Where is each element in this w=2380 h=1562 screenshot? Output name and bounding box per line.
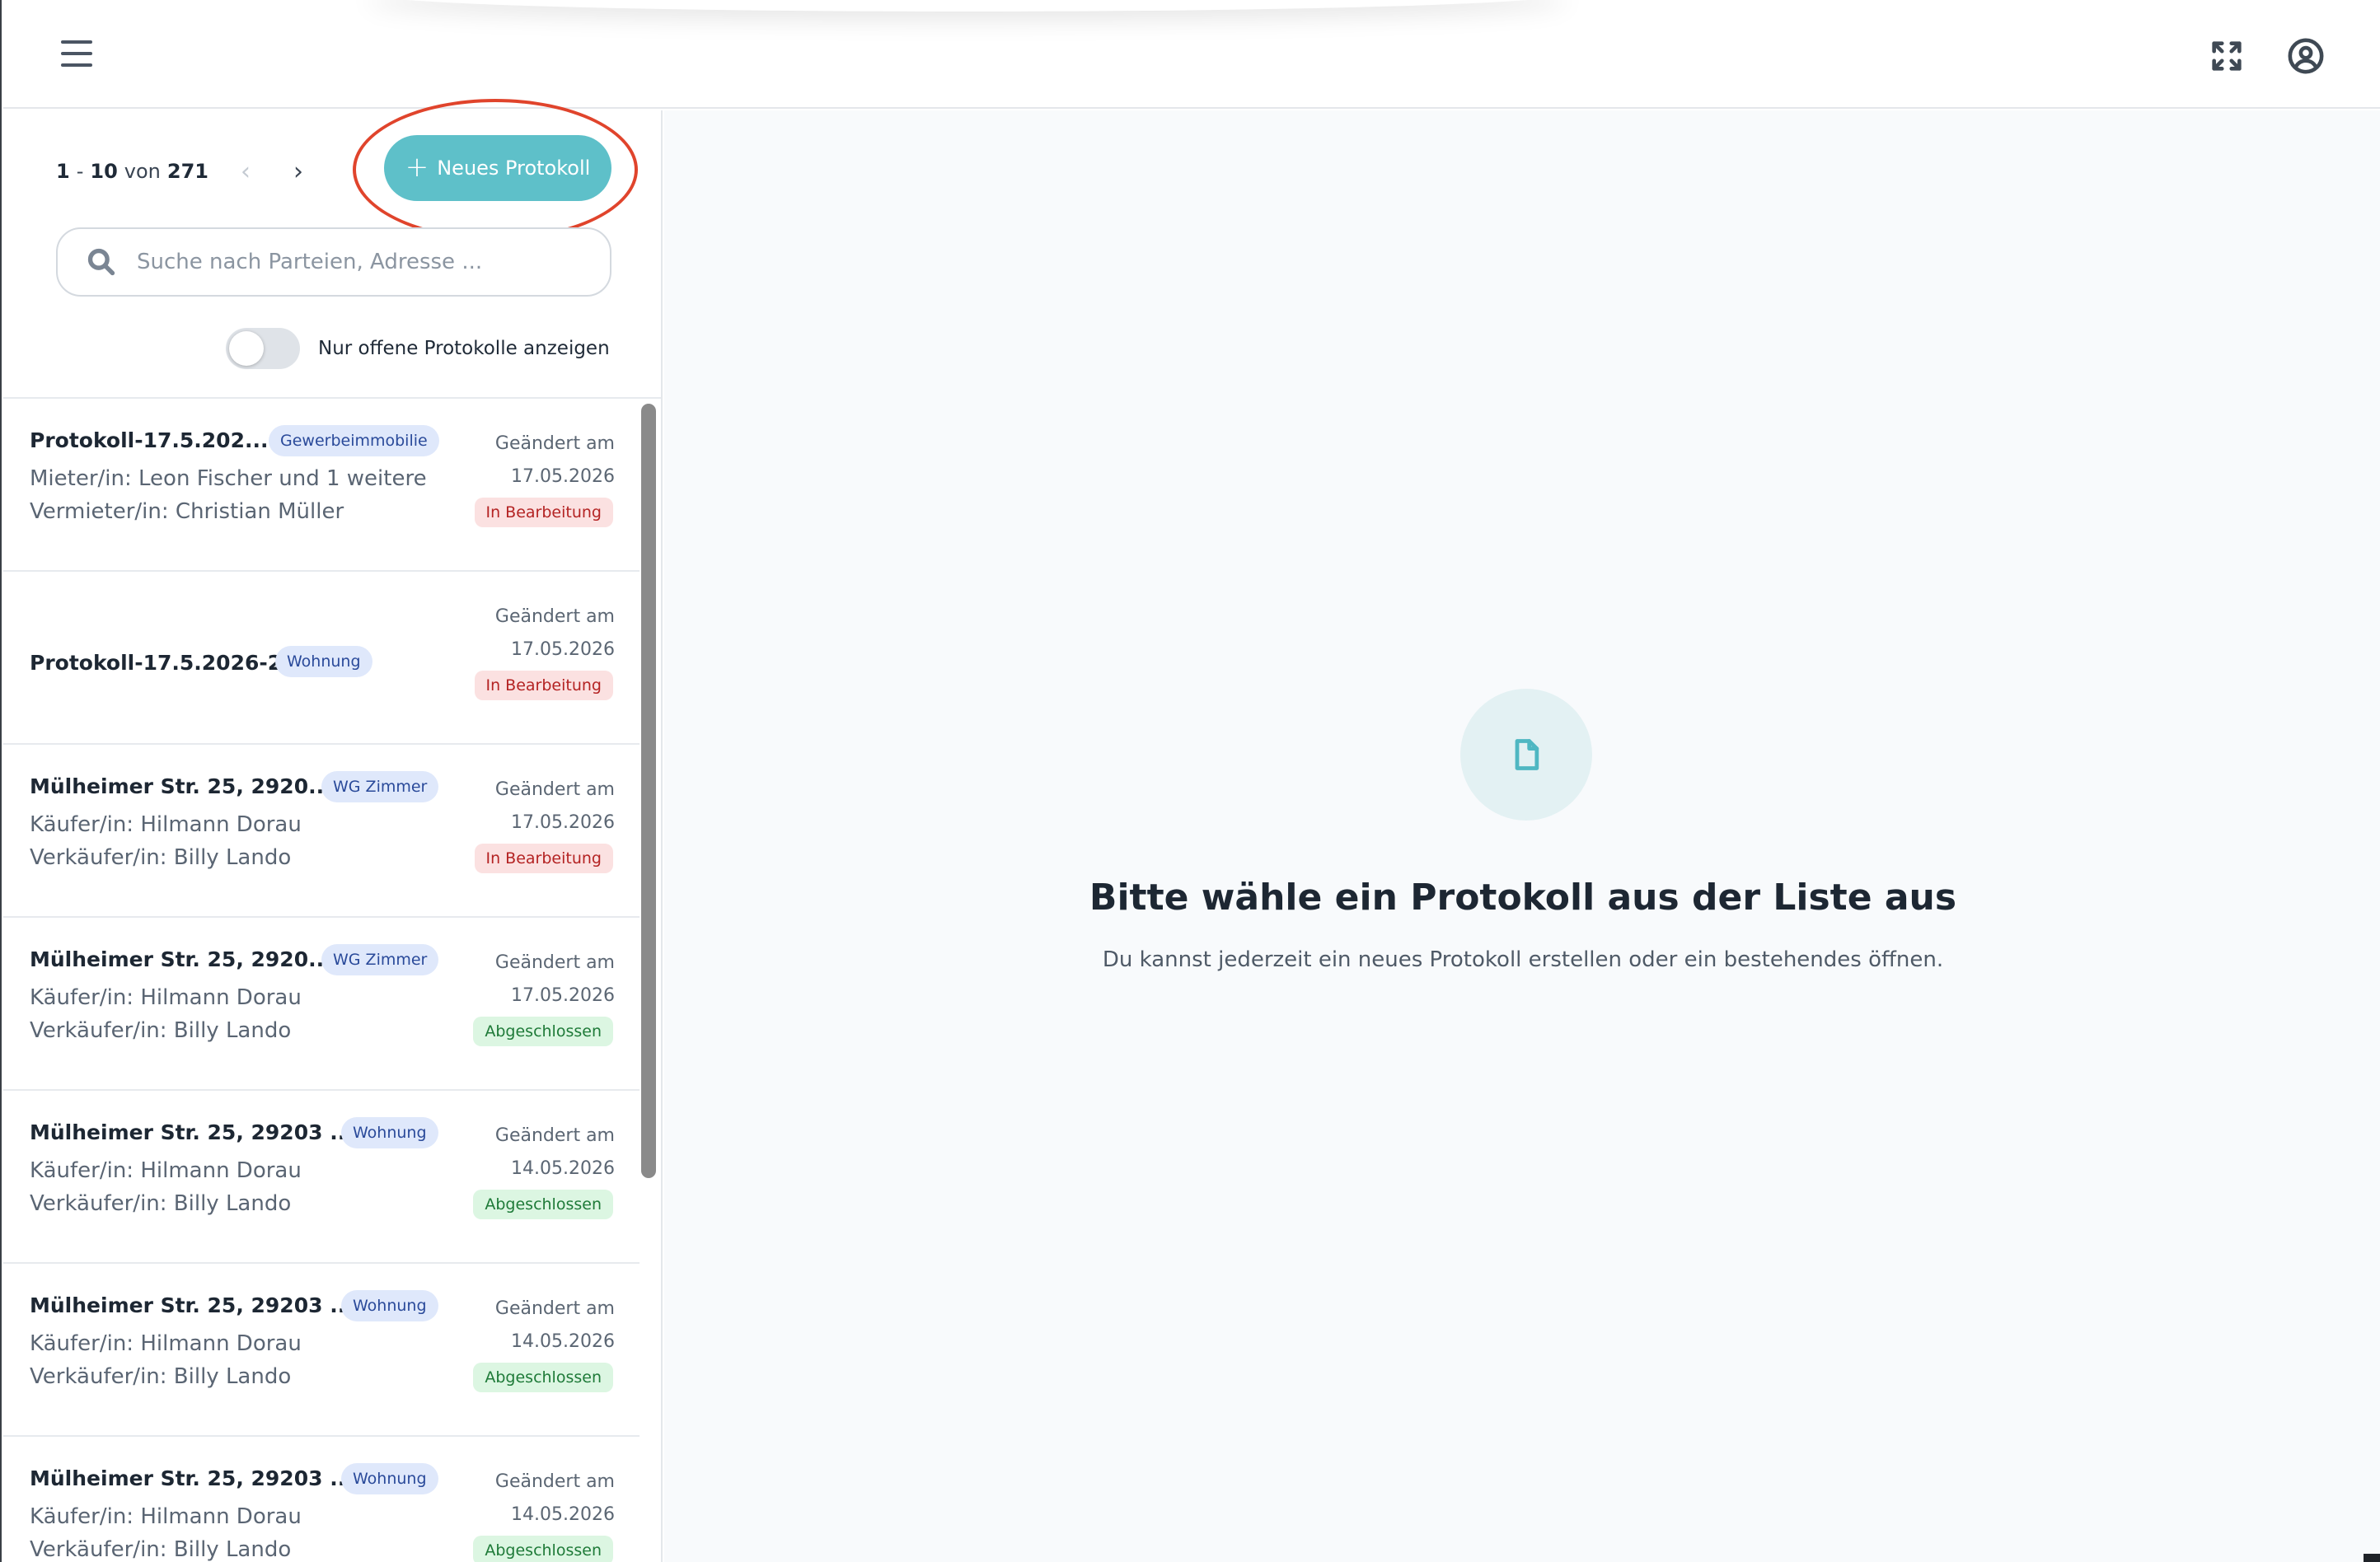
user-circle-icon[interactable] (2283, 33, 2329, 79)
property-type-badge: Gewerbeimmobilie (269, 425, 439, 456)
pagination-info: 1 - 10 von 271 (56, 155, 208, 188)
fullscreen-icon[interactable] (2204, 33, 2250, 79)
protocol-detail-area: Bitte wähle ein Protokoll aus der Liste … (664, 110, 2380, 1562)
changed-date: 14.05.2026 (511, 1158, 615, 1179)
open-only-label: Nur offene Protokolle anzeigen (318, 338, 610, 359)
protocol-sidebar: 1 - 10 von 271 ‹ › + Neues Protokoll Nur… (3, 99, 663, 1562)
new-protocol-button[interactable]: + Neues Protokoll (384, 135, 611, 201)
property-type-badge: WG Zimmer (321, 944, 439, 975)
protocol-title: Mülheimer Str. 25, 29203 ... (30, 1466, 354, 1490)
changed-date: 14.05.2026 (511, 1331, 615, 1352)
protocol-title: Protokoll-17.5.2026-2 (30, 651, 283, 675)
hamburger-icon[interactable] (56, 36, 99, 72)
page-start: 1 (56, 160, 70, 183)
protocol-title: Mülheimer Str. 25, 2920... (30, 774, 332, 798)
protocol-party-2: Verkäufer/in: Billy Lando (30, 1364, 292, 1389)
status-badge: Abgeschlossen (473, 1190, 613, 1219)
protocol-party-2: Verkäufer/in: Billy Lando (30, 845, 292, 870)
protocol-party-2: Verkäufer/in: Billy Lando (30, 1191, 292, 1216)
status-badge: Abgeschlossen (473, 1536, 613, 1562)
protocol-list: Protokoll-17.5.202... Gewerbeimmobilie M… (3, 399, 640, 1562)
protocol-party-1: Käufer/in: Hilmann Dorau (30, 1504, 302, 1529)
protocol-party-2: Verkäufer/in: Billy Lando (30, 1537, 292, 1562)
changed-label: Geändert am (494, 606, 615, 627)
protocol-list-item[interactable]: Protokoll-17.5.202... Gewerbeimmobilie M… (3, 399, 640, 572)
new-protocol-label: Neues Protokoll (437, 157, 591, 180)
toggle-knob (229, 331, 264, 366)
status-badge: In Bearbeitung (474, 844, 613, 873)
empty-state-title: Bitte wähle ein Protokoll aus der Liste … (1089, 877, 1957, 919)
top-bar (3, 0, 2380, 109)
page-end: 10 (90, 160, 118, 183)
protocol-list-item[interactable]: Mülheimer Str. 25, 2920... WG Zimmer Käu… (3, 745, 640, 918)
protocol-party-1: Käufer/in: Hilmann Dorau (30, 812, 302, 837)
changed-date: 17.05.2026 (511, 466, 615, 487)
changed-date: 17.05.2026 (511, 812, 615, 833)
status-badge: Abgeschlossen (473, 1017, 613, 1046)
protocol-list-item[interactable]: Mülheimer Str. 25, 29203 ... Wohnung Käu… (3, 1091, 640, 1264)
changed-label: Geändert am (494, 1125, 615, 1146)
open-filter-row: Nur offene Protokolle anzeigen (226, 328, 610, 369)
protocol-title: Protokoll-17.5.202... (30, 428, 269, 452)
empty-state-icon-circle (1460, 689, 1592, 821)
protocol-party-1: Mieter/in: Leon Fischer und 1 weitere (30, 466, 427, 491)
protocol-list-item[interactable]: Mülheimer Str. 25, 29203 ... Wohnung Käu… (3, 1437, 640, 1562)
protocol-party-2: Verkäufer/in: Billy Lando (30, 1018, 292, 1043)
status-badge: In Bearbeitung (474, 498, 613, 527)
property-type-badge: Wohnung (341, 1117, 438, 1148)
changed-date: 17.05.2026 (511, 985, 615, 1006)
chevron-right-icon[interactable]: › (282, 155, 315, 188)
protocol-list-item[interactable]: Mülheimer Str. 25, 29203 ... Wohnung Käu… (3, 1264, 640, 1437)
protocol-title: Mülheimer Str. 25, 2920... (30, 947, 332, 971)
protocol-party-1: Käufer/in: Hilmann Dorau (30, 1331, 302, 1356)
status-badge: In Bearbeitung (474, 671, 613, 700)
window-corner (2364, 1554, 2380, 1562)
app-window: 1 - 10 von 271 ‹ › + Neues Protokoll Nur… (0, 0, 2380, 1562)
changed-label: Geändert am (494, 433, 615, 454)
property-type-badge: Wohnung (275, 646, 372, 677)
protocol-list-item[interactable]: Mülheimer Str. 25, 2920... WG Zimmer Käu… (3, 918, 640, 1091)
property-type-badge: Wohnung (341, 1463, 438, 1494)
search-icon (87, 248, 115, 276)
list-scrollbar[interactable] (641, 404, 656, 1178)
open-only-toggle[interactable] (226, 328, 300, 369)
changed-date: 17.05.2026 (511, 639, 615, 660)
changed-label: Geändert am (494, 952, 615, 973)
changed-label: Geändert am (494, 779, 615, 800)
property-type-badge: WG Zimmer (321, 771, 439, 802)
document-icon (1515, 739, 1539, 770)
search-box[interactable] (56, 227, 611, 297)
protocol-party-1: Käufer/in: Hilmann Dorau (30, 985, 302, 1010)
changed-label: Geändert am (494, 1298, 615, 1319)
changed-label: Geändert am (494, 1471, 615, 1492)
changed-date: 14.05.2026 (511, 1504, 615, 1525)
property-type-badge: Wohnung (341, 1290, 438, 1321)
page-separator: - (76, 160, 84, 183)
status-badge: Abgeschlossen (473, 1363, 613, 1392)
page-of-word: von (124, 160, 161, 183)
search-input[interactable] (137, 250, 598, 274)
protocol-title: Mülheimer Str. 25, 29203 ... (30, 1293, 354, 1317)
protocol-party-2: Vermieter/in: Christian Müller (30, 499, 344, 524)
plus-icon: + (405, 150, 429, 184)
chevron-left-icon[interactable]: ‹ (229, 155, 262, 188)
top-shadow (366, 0, 1569, 12)
protocol-title: Mülheimer Str. 25, 29203 ... (30, 1120, 354, 1144)
protocol-list-item[interactable]: Protokoll-17.5.2026-2 Wohnung Geändert a… (3, 572, 640, 745)
protocol-party-1: Käufer/in: Hilmann Dorau (30, 1158, 302, 1183)
empty-state-subtitle: Du kannst jederzeit ein neues Protokoll … (1102, 947, 1944, 972)
page-total: 271 (166, 160, 208, 183)
